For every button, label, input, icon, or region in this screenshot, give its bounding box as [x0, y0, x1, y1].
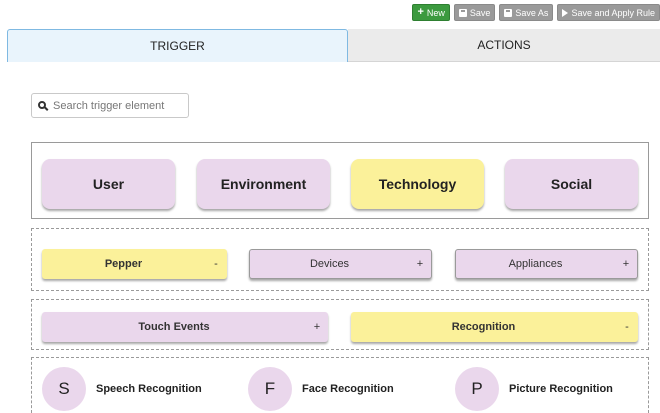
- new-button[interactable]: + New: [412, 4, 450, 21]
- face-recognition-avatar: F: [248, 367, 292, 411]
- touch-events-button[interactable]: Touch Events +: [42, 312, 328, 342]
- play-icon: [562, 8, 569, 17]
- recognition-button[interactable]: Recognition -: [351, 312, 638, 342]
- plus-icon: +: [417, 5, 424, 18]
- speech-recognition-item[interactable]: S Speech Recognition: [42, 367, 202, 411]
- expand-sign: +: [416, 258, 424, 270]
- toolbar: + New Save Save As Save and Apply Rule: [412, 4, 660, 21]
- touch-events-label: Touch Events: [138, 321, 210, 333]
- category-environment-button[interactable]: Environment: [197, 159, 330, 209]
- devices-button[interactable]: Devices +: [249, 249, 432, 279]
- category-technology-button[interactable]: Technology: [351, 159, 484, 209]
- expand-sign: +: [313, 321, 321, 333]
- floppy-disk-icon: [504, 8, 513, 17]
- picture-recognition-label: Picture Recognition: [509, 383, 613, 395]
- save-and-apply-rule-button[interactable]: Save and Apply Rule: [557, 4, 660, 21]
- pepper-label: Pepper: [104, 258, 143, 270]
- expand-sign: +: [622, 258, 630, 270]
- picture-recognition-avatar: P: [455, 367, 499, 411]
- floppy-disk-icon: [458, 8, 467, 17]
- appliances-label: Appliances: [508, 258, 563, 270]
- search-box: [31, 93, 189, 118]
- new-button-label: New: [426, 7, 445, 18]
- recognition-panel: S Speech Recognition F Face Recognition …: [31, 357, 649, 413]
- tab-actions[interactable]: ACTIONS: [348, 29, 660, 62]
- pepper-button[interactable]: Pepper -: [42, 249, 227, 279]
- save-button[interactable]: Save: [453, 4, 496, 21]
- speech-recognition-label: Speech Recognition: [96, 383, 202, 395]
- recognition-label: Recognition: [451, 321, 516, 333]
- collapse-sign: -: [214, 258, 218, 270]
- search-input[interactable]: [51, 98, 175, 113]
- category-user-button[interactable]: User: [42, 159, 175, 209]
- collapse-sign: -: [625, 321, 629, 333]
- face-recognition-item[interactable]: F Face Recognition: [248, 367, 394, 411]
- category-panel: User Environment Technology Social: [31, 142, 649, 219]
- save-as-button-label: Save As: [515, 7, 549, 18]
- appliances-button[interactable]: Appliances +: [455, 249, 638, 279]
- speech-recognition-avatar: S: [42, 367, 86, 411]
- save-button-label: Save: [469, 7, 491, 18]
- picture-recognition-item[interactable]: P Picture Recognition: [455, 367, 613, 411]
- tab-trigger[interactable]: TRIGGER: [7, 29, 348, 62]
- technology-panel: Pepper - Devices + Appliances +: [31, 228, 649, 291]
- save-and-apply-rule-label: Save and Apply Rule: [571, 7, 655, 18]
- face-recognition-label: Face Recognition: [302, 383, 394, 395]
- search-icon: [38, 100, 46, 109]
- category-social-button[interactable]: Social: [505, 159, 638, 209]
- save-as-button[interactable]: Save As: [499, 4, 554, 21]
- tab-bar: TRIGGER ACTIONS: [0, 29, 660, 62]
- devices-label: Devices: [309, 258, 350, 270]
- pepper-panel: Touch Events + Recognition -: [31, 299, 649, 350]
